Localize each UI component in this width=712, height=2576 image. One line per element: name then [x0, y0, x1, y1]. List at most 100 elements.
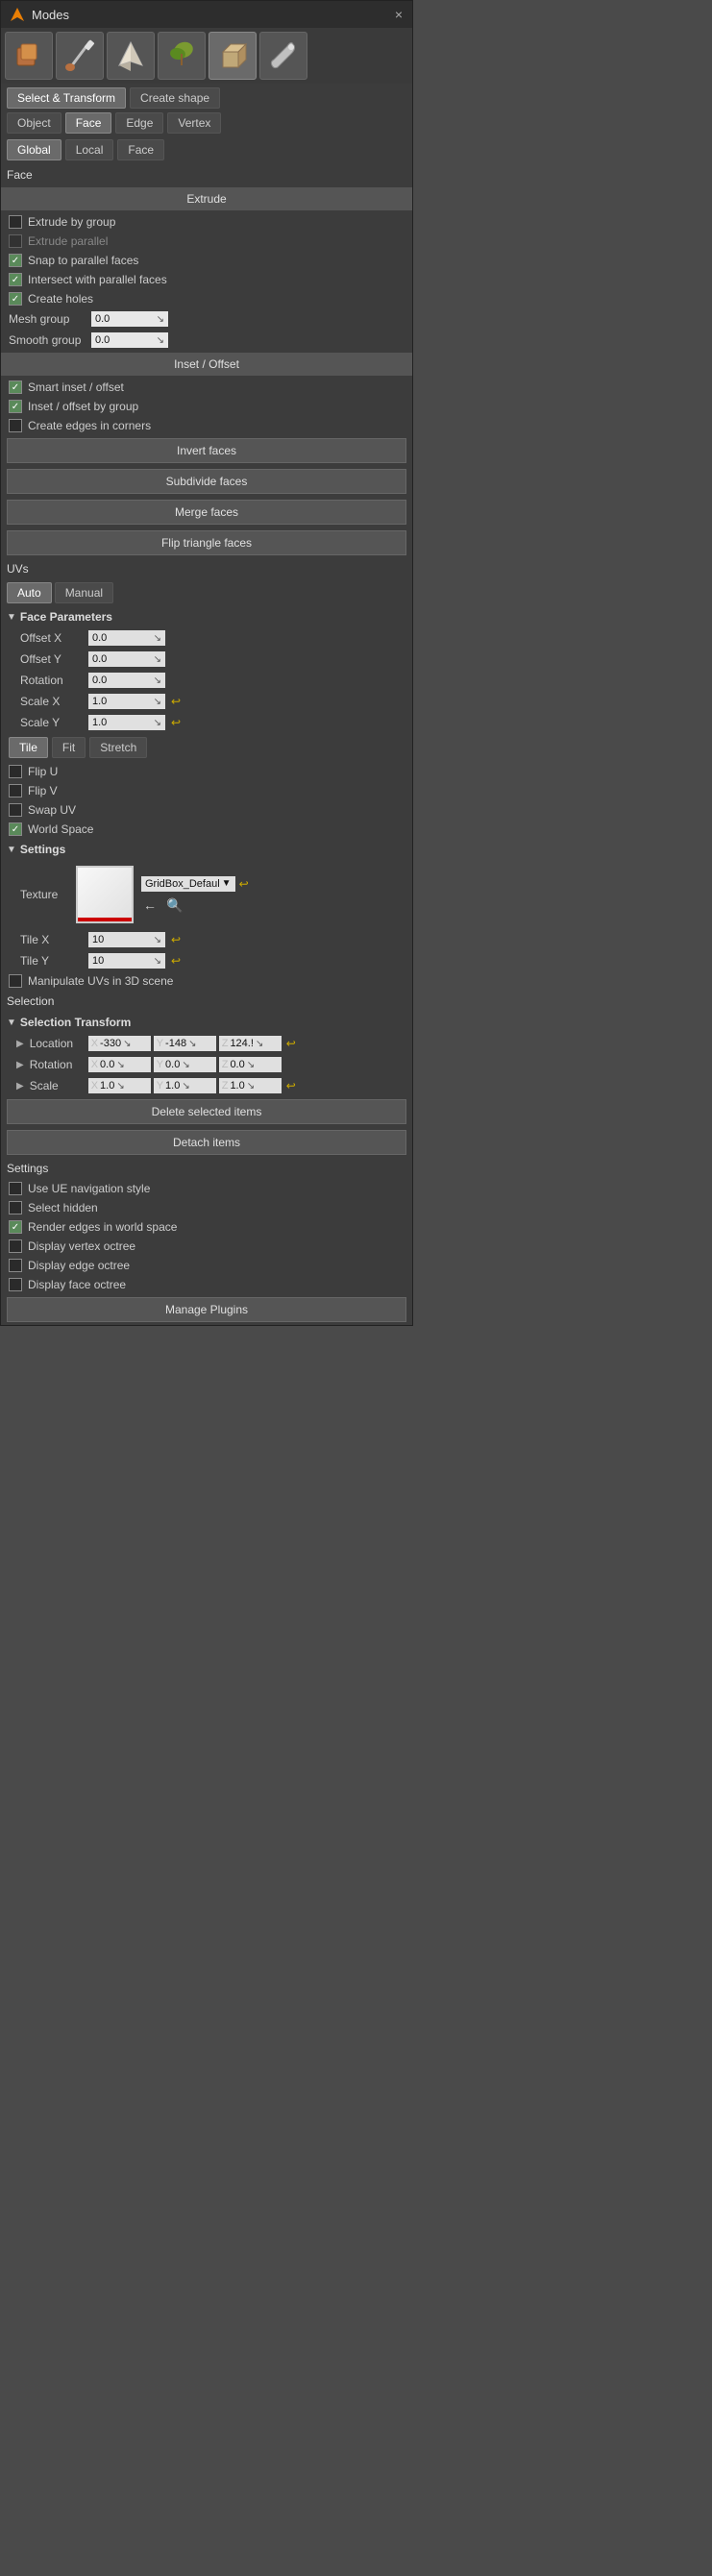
tile-y-reset[interactable]: ↩ [171, 954, 181, 968]
scale-z-sel-arrow: ↘ [247, 1081, 255, 1092]
selection-transform-collapse[interactable]: ▼ Selection Transform [1, 1012, 412, 1033]
scale-x-label: Scale X [20, 695, 83, 708]
invert-faces-button[interactable]: Invert faces [7, 438, 406, 463]
render-edges-checkbox[interactable] [9, 1220, 22, 1234]
inset-by-group-checkbox[interactable] [9, 400, 22, 413]
scale-y-input[interactable]: 1.0 ↘ [88, 715, 165, 730]
location-z-input[interactable]: Z 124.! ↘ [219, 1036, 282, 1051]
intersect-parallel-checkbox[interactable] [9, 273, 22, 286]
snap-parallel-checkbox[interactable] [9, 254, 22, 267]
rotation-y-input[interactable]: Y 0.0 ↘ [154, 1057, 216, 1072]
scale-x-input-sel[interactable]: X 1.0 ↘ [88, 1078, 151, 1093]
scale-reset[interactable]: ↩ [286, 1079, 296, 1092]
global-tab[interactable]: Global [7, 139, 61, 160]
select-transform-tab[interactable]: Select & Transform [7, 87, 126, 109]
location-x-label: X [91, 1038, 98, 1049]
create-edges-corners-checkbox[interactable] [9, 419, 22, 432]
offset-x-input[interactable]: 0.0 ↘ [88, 630, 165, 646]
mesh-mode-btn[interactable] [209, 32, 257, 80]
scale-x-reset[interactable]: ↩ [171, 695, 181, 708]
rotation-x-input[interactable]: X 0.0 ↘ [88, 1057, 151, 1072]
manipulate-uvs-label: Manipulate UVs in 3D scene [28, 974, 405, 988]
display-edge-checkbox[interactable] [9, 1259, 22, 1272]
paint-mode-btn[interactable] [56, 32, 104, 80]
stretch-btn[interactable]: Stretch [89, 737, 147, 758]
edge-tab[interactable]: Edge [115, 112, 163, 134]
texture-search-icon[interactable]: 🔍 [166, 897, 183, 914]
face-tab[interactable]: Face [65, 112, 112, 134]
manipulate-uvs-checkbox[interactable] [9, 974, 22, 988]
snap-parallel-label: Snap to parallel faces [28, 254, 405, 267]
uvs-label: UVs [1, 558, 412, 579]
texture-dropdown-arrow: ▼ [222, 878, 232, 889]
create-holes-checkbox[interactable] [9, 292, 22, 306]
fit-btn[interactable]: Fit [52, 737, 86, 758]
face-params-collapse[interactable]: ▼ Face Parameters [1, 606, 412, 627]
wrench-icon [266, 38, 301, 73]
location-xyz: X -330 ↘ Y -148 ↘ Z 124.! ↘ ↩ [88, 1036, 296, 1051]
location-reset[interactable]: ↩ [286, 1037, 296, 1050]
texture-dropdown[interactable]: GridBox_Defaul ▼ [141, 876, 235, 892]
texture-thumbnail[interactable] [76, 866, 134, 923]
delete-selected-button[interactable]: Delete selected items [7, 1099, 406, 1124]
use-ue-nav-row: Use UE navigation style [1, 1179, 412, 1198]
subdivide-faces-button[interactable]: Subdivide faces [7, 469, 406, 494]
texture-reset-icon[interactable]: ↩ [239, 877, 249, 891]
local-tab[interactable]: Local [65, 139, 114, 160]
vertex-tab[interactable]: Vertex [167, 112, 221, 134]
scale-y-input-sel[interactable]: Y 1.0 ↘ [154, 1078, 216, 1093]
smooth-group-input[interactable]: 0.0 ↘ [91, 332, 168, 348]
foliage-mode-btn[interactable] [158, 32, 206, 80]
offset-x-label: Offset X [20, 631, 83, 645]
rotation-expand[interactable]: ▶ [16, 1060, 24, 1070]
texture-back-icon[interactable]: ← [143, 897, 157, 914]
title-bar-left: Modes [9, 6, 69, 23]
snap-parallel-row: Snap to parallel faces [1, 251, 412, 270]
smart-inset-checkbox[interactable] [9, 380, 22, 394]
manage-plugins-button[interactable]: Manage Plugins [7, 1297, 406, 1322]
world-space-checkbox[interactable] [9, 822, 22, 836]
use-ue-nav-checkbox[interactable] [9, 1182, 22, 1195]
rotation-uv-input[interactable]: 0.0 ↘ [88, 673, 165, 688]
tile-x-input[interactable]: 10 ↘ [88, 932, 165, 947]
tile-x-reset[interactable]: ↩ [171, 933, 181, 946]
transform-mode-btn[interactable] [5, 32, 53, 80]
location-y-input[interactable]: Y -148 ↘ [154, 1036, 216, 1051]
offset-y-input[interactable]: 0.0 ↘ [88, 651, 165, 667]
settings-collapse[interactable]: ▼ Settings [1, 839, 412, 860]
select-hidden-checkbox[interactable] [9, 1201, 22, 1214]
texture-label: Texture [20, 888, 68, 901]
display-face-checkbox[interactable] [9, 1278, 22, 1291]
scale-y-reset[interactable]: ↩ [171, 716, 181, 729]
swap-uv-checkbox[interactable] [9, 803, 22, 817]
rotation-z-input[interactable]: Z 0.0 ↘ [219, 1057, 282, 1072]
flip-v-checkbox[interactable] [9, 784, 22, 797]
sculpt-mode-btn[interactable] [107, 32, 155, 80]
scale-x-input[interactable]: 1.0 ↘ [88, 694, 165, 709]
flip-triangle-button[interactable]: Flip triangle faces [7, 530, 406, 555]
flip-u-checkbox[interactable] [9, 765, 22, 778]
wrench-mode-btn[interactable] [259, 32, 307, 80]
location-x-input[interactable]: X -330 ↘ [88, 1036, 151, 1051]
close-button[interactable]: × [393, 7, 405, 22]
extrude-parallel-checkbox[interactable] [9, 234, 22, 248]
merge-faces-button[interactable]: Merge faces [7, 500, 406, 525]
mesh-group-input[interactable]: 0.0 ↘ [91, 311, 168, 327]
extrude-by-group-checkbox[interactable] [9, 215, 22, 229]
inset-by-group-row: Inset / offset by group [1, 397, 412, 416]
tile-y-input[interactable]: 10 ↘ [88, 953, 165, 969]
tile-btn[interactable]: Tile [9, 737, 48, 758]
object-tab[interactable]: Object [7, 112, 61, 134]
mesh-group-arrow: ↘ [157, 314, 164, 325]
selection-transform-arrow: ▼ [7, 1018, 16, 1028]
create-shape-tab[interactable]: Create shape [130, 87, 220, 109]
face-coord-tab[interactable]: Face [117, 139, 164, 160]
display-vertex-checkbox[interactable] [9, 1239, 22, 1253]
scale-expand[interactable]: ▶ [16, 1081, 24, 1092]
detach-items-button[interactable]: Detach items [7, 1130, 406, 1155]
scale-x-value: 1.0 [92, 696, 107, 707]
location-expand[interactable]: ▶ [16, 1039, 24, 1049]
manual-tab[interactable]: Manual [55, 582, 113, 603]
auto-tab[interactable]: Auto [7, 582, 52, 603]
scale-z-input-sel[interactable]: Z 1.0 ↘ [219, 1078, 282, 1093]
